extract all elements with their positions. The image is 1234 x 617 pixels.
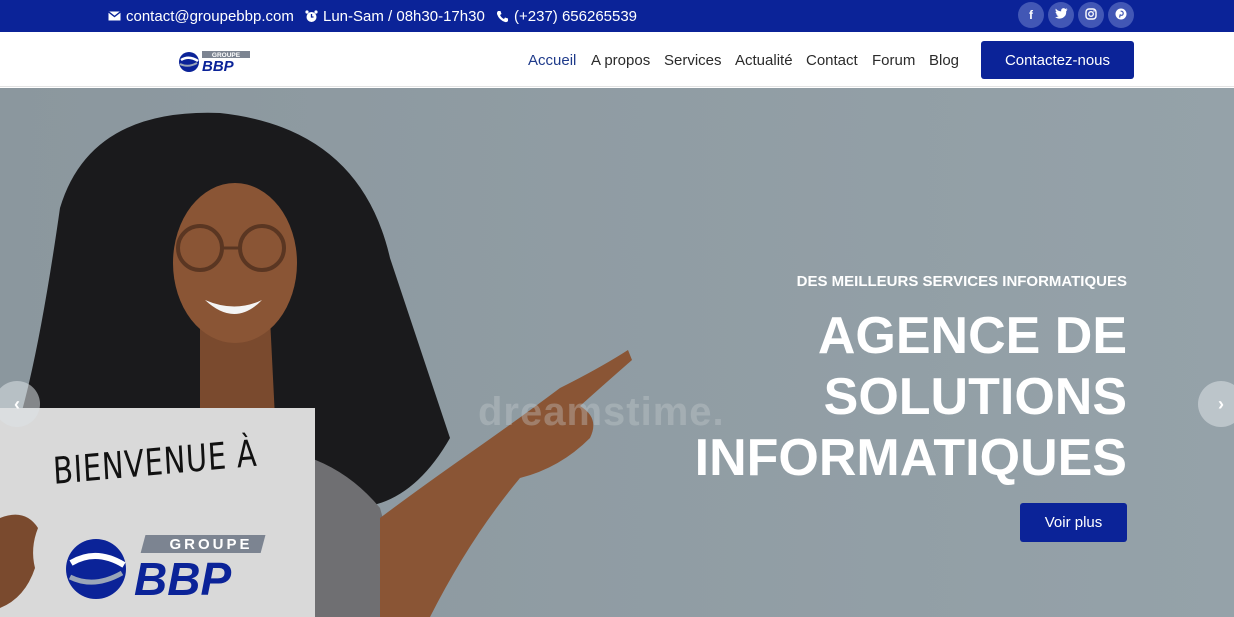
facebook-icon: f [1029,8,1033,22]
contact-us-button[interactable]: Contactez-nous [981,41,1134,79]
top-bar: contact@groupebbp.com Lun-Sam / 08h30-17… [0,0,1234,32]
pinterest-link[interactable] [1108,2,1134,28]
headline-line-3: INFORMATIQUES [694,429,1127,487]
contact-email[interactable]: contact@groupebbp.com [107,0,294,32]
alarm-clock-icon [304,9,318,23]
instagram-link[interactable] [1078,2,1104,28]
hero-headline: AGENCE DE SOLUTIONS INFORMATIQUES [695,306,1127,489]
hours-text: Lun-Sam / 08h30-17h30 [323,7,485,25]
nav-accueil[interactable]: Accueil [528,52,576,69]
sign-logo: GROUPE BBP [66,535,266,605]
nav-blog[interactable]: Blog [929,52,959,69]
twitter-link[interactable] [1048,2,1074,28]
contact-phone[interactable]: (+237) 656265539 [495,0,637,32]
nav-actualite[interactable]: Actualité [735,52,793,69]
hero-eyebrow: DES MEILLEURS SERVICES INFORMATIQUES [796,273,1127,290]
sign-logo-bbp: BBP [134,553,231,605]
nav-forum[interactable]: Forum [872,52,915,69]
phone-icon [495,9,509,23]
nav-a-propos[interactable]: A propos [591,52,650,69]
opening-hours: Lun-Sam / 08h30-17h30 [304,0,485,32]
chevron-left-icon: ‹ [14,393,20,414]
phone-text: (+237) 656265539 [514,7,638,25]
voir-plus-button[interactable]: Voir plus [1020,503,1127,542]
watermark-text: dreamstime. [478,390,725,434]
chevron-right-icon: › [1218,393,1224,414]
headline-line-2: SOLUTIONS [823,368,1127,426]
nav-services[interactable]: Services [664,52,722,69]
nav-contact[interactable]: Contact [806,52,858,69]
instagram-icon [1085,7,1097,23]
mail-icon [107,9,121,23]
email-text: contact@groupebbp.com [126,7,294,25]
sign-logo-groupe: GROUPE [169,536,252,553]
hero-slider: dreamstime. BIENVENUE À GROUPE BBP DES M… [0,88,1234,617]
twitter-icon [1054,8,1068,22]
pinterest-icon [1115,8,1127,23]
logo-bbp-text: BBP [202,58,235,74]
hand-image [0,514,38,608]
headline-line-1: AGENCE DE [817,307,1127,365]
brand-logo[interactable]: GROUPE BBP [178,50,252,75]
facebook-link[interactable]: f [1018,2,1044,28]
main-navbar: GROUPE BBP Accueil A propos Services Act… [0,32,1234,87]
